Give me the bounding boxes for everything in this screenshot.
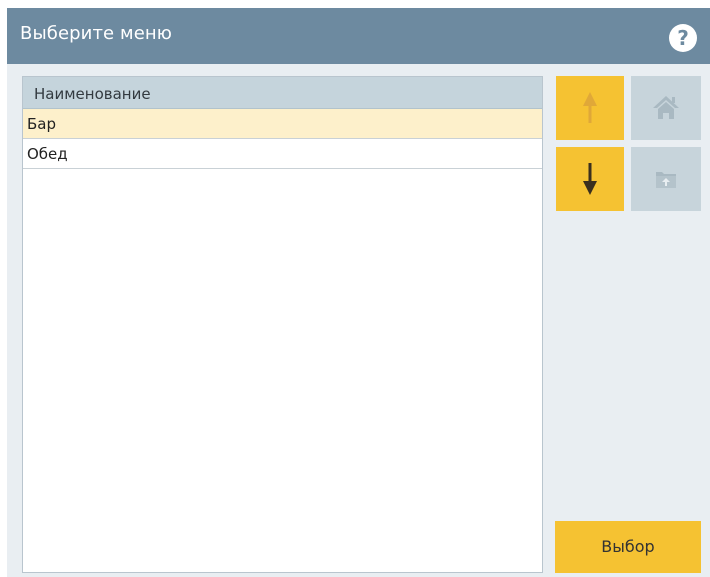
select-menu-dialog: Выберите меню ? Наименование Бар Обед Вы… — [7, 8, 710, 577]
list-item-label: Бар — [27, 115, 57, 133]
home-icon — [653, 96, 679, 119]
arrow-down-icon — [583, 163, 597, 195]
folder-up-button[interactable] — [631, 147, 701, 211]
list-item[interactable]: Бар — [23, 109, 542, 139]
help-button[interactable]: ? — [669, 24, 697, 52]
list-item-label: Обед — [27, 145, 68, 163]
help-icon: ? — [677, 26, 689, 50]
dialog-title: Выберите меню — [20, 23, 173, 44]
arrow-up-icon — [583, 92, 597, 123]
list-item[interactable]: Обед — [23, 139, 542, 169]
move-up-button[interactable] — [556, 76, 624, 140]
select-button-label: Выбор — [601, 537, 655, 556]
folder-up-icon — [656, 172, 676, 188]
move-down-button[interactable] — [556, 147, 624, 211]
home-button[interactable] — [631, 76, 701, 140]
menu-list[interactable]: Наименование Бар Обед — [22, 76, 543, 573]
list-column-header: Наименование — [23, 77, 542, 109]
column-header-name: Наименование — [34, 85, 151, 103]
dialog-titlebar: Выберите меню ? — [7, 8, 710, 64]
select-button[interactable]: Выбор — [555, 521, 701, 573]
